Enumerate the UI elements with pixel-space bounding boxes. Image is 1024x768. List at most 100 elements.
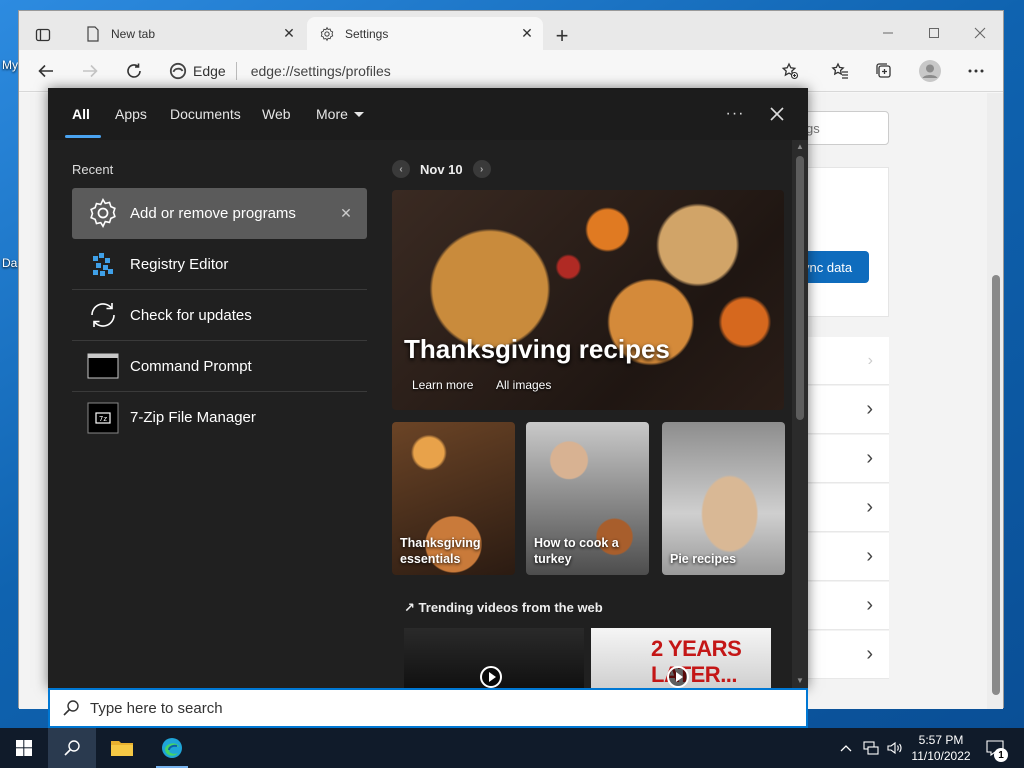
more-horizontal-icon: ···	[725, 105, 745, 122]
next-day-button[interactable]: ›	[472, 160, 491, 178]
action-center-button[interactable]: 1	[980, 728, 1010, 768]
edge-logo-icon	[169, 62, 187, 80]
active-tab-indicator	[65, 135, 101, 138]
network-button[interactable]	[860, 728, 882, 768]
desktop-icon-label[interactable]: Da	[2, 256, 17, 270]
search-icon	[64, 740, 80, 756]
scrollbar-thumb[interactable]	[992, 275, 1000, 695]
learn-more-link[interactable]: Learn more	[412, 378, 473, 392]
search-input[interactable]	[90, 699, 806, 717]
minimize-button[interactable]	[865, 19, 911, 47]
tab-all[interactable]: All	[72, 106, 90, 122]
desktop-icon-label[interactable]: My	[2, 58, 18, 72]
panel-scrollbar[interactable]: ▲ ▼	[792, 140, 808, 688]
recent-item-label: Registry Editor	[130, 255, 229, 273]
thanksgiving-essentials-card[interactable]: Thanksgiving essentials	[392, 422, 515, 575]
minimize-icon	[883, 32, 893, 34]
recent-item-add-remove-programs[interactable]: Add or remove programs ✕	[72, 188, 367, 239]
pie-recipes-card[interactable]: Pie recipes	[662, 422, 785, 575]
avatar-icon	[919, 60, 941, 82]
previous-day-button[interactable]: ‹	[392, 160, 410, 178]
chevron-right-icon: ›	[867, 351, 873, 369]
command-prompt-icon	[86, 349, 120, 383]
volume-button[interactable]	[884, 728, 906, 768]
scrollbar-thumb[interactable]	[796, 156, 804, 420]
tab-more-label: More	[316, 106, 348, 122]
settings-row[interactable]: ›	[799, 631, 889, 679]
maximize-button[interactable]	[911, 19, 957, 47]
close-icon	[974, 27, 986, 39]
close-icon	[770, 107, 784, 121]
forward-button[interactable]	[75, 56, 105, 86]
close-tab-button[interactable]: ✕	[279, 24, 299, 44]
profile-button[interactable]	[915, 56, 945, 86]
edge-taskbar-button[interactable]	[148, 728, 196, 768]
back-arrow-icon	[38, 64, 53, 78]
settings-search-input[interactable]: gs	[799, 111, 889, 145]
back-button[interactable]	[31, 56, 61, 86]
all-images-link[interactable]: All images	[496, 378, 551, 392]
profile-card	[799, 167, 889, 317]
settings-row[interactable]: ›	[799, 337, 889, 385]
tab-more[interactable]: More	[316, 106, 364, 122]
clock-date: 11/10/2022	[911, 749, 971, 763]
video-thumbnail[interactable]	[404, 628, 584, 688]
more-options-button[interactable]: ···	[722, 101, 748, 127]
remove-recent-button[interactable]: ✕	[335, 202, 357, 224]
recent-item-7zip[interactable]: 7z 7-Zip File Manager	[72, 392, 367, 443]
search-icon	[60, 697, 82, 719]
settings-row[interactable]: ›	[799, 435, 889, 483]
recent-item-registry-editor[interactable]: Registry Editor	[72, 239, 367, 290]
start-button[interactable]	[0, 728, 48, 768]
close-window-button[interactable]	[957, 19, 1003, 47]
cook-turkey-card[interactable]: How to cook a turkey	[526, 422, 649, 575]
settings-and-more-button[interactable]	[961, 56, 991, 86]
settings-row[interactable]: ›	[799, 484, 889, 532]
hero-card[interactable]: Thanksgiving recipes Learn more All imag…	[392, 190, 784, 410]
tab-web[interactable]: Web	[262, 106, 291, 122]
network-icon	[863, 741, 879, 755]
add-favorite-button[interactable]	[775, 56, 805, 86]
collections-button[interactable]	[869, 56, 899, 86]
volume-icon	[887, 741, 902, 755]
refresh-button[interactable]	[119, 56, 149, 86]
tab-title: New tab	[111, 26, 156, 41]
site-identity-badge[interactable]: Edge	[169, 62, 237, 80]
taskbar-search-button[interactable]	[48, 728, 96, 768]
scroll-up-icon[interactable]: ▲	[795, 142, 805, 152]
gear-icon	[319, 26, 335, 42]
favorites-button[interactable]	[825, 56, 855, 86]
more-horizontal-icon	[968, 69, 984, 73]
file-explorer-button[interactable]	[98, 728, 146, 768]
settings-row[interactable]: ›	[799, 533, 889, 581]
settings-row[interactable]: ›	[799, 582, 889, 630]
chevron-right-icon: ›	[866, 643, 873, 665]
sync-data-button[interactable]: ync data	[799, 251, 869, 283]
recent-item-check-for-updates[interactable]: Check for updates	[72, 290, 367, 341]
tab-actions-button[interactable]	[29, 21, 57, 49]
video-thumbnail[interactable]: 2 YEARS LATER...	[591, 628, 771, 688]
recent-item-label: 7-Zip File Manager	[130, 409, 256, 426]
tab-documents[interactable]: Documents	[170, 106, 241, 122]
collections-icon	[876, 63, 891, 78]
show-hidden-icons-button[interactable]	[836, 728, 856, 768]
close-tab-button[interactable]: ✕	[517, 24, 537, 44]
address-bar[interactable]: Edge edge://settings/profiles	[169, 55, 809, 87]
clock[interactable]: 5:57 PM 11/10/2022	[906, 732, 976, 764]
new-tab-button[interactable]: +	[549, 23, 575, 49]
card-label: Pie recipes	[670, 552, 737, 566]
scroll-down-icon[interactable]: ▼	[795, 676, 805, 686]
close-panel-button[interactable]	[764, 101, 790, 127]
settings-row[interactable]: ›	[799, 386, 889, 434]
maximize-icon	[929, 28, 939, 38]
tab-apps[interactable]: Apps	[115, 106, 147, 122]
registry-editor-icon	[86, 247, 120, 281]
hero-title: Thanksgiving recipes	[404, 334, 670, 364]
tab-settings[interactable]: Settings ✕	[307, 17, 543, 50]
url-text: edge://settings/profiles	[250, 63, 391, 79]
recent-item-command-prompt[interactable]: Command Prompt	[72, 341, 367, 392]
taskbar-search-box[interactable]	[48, 688, 808, 728]
date-navigator: ‹ Nov 10 ›	[392, 160, 491, 178]
tab-new-tab[interactable]: New tab ✕	[73, 17, 305, 50]
settings-scrollbar[interactable]	[987, 93, 1003, 709]
